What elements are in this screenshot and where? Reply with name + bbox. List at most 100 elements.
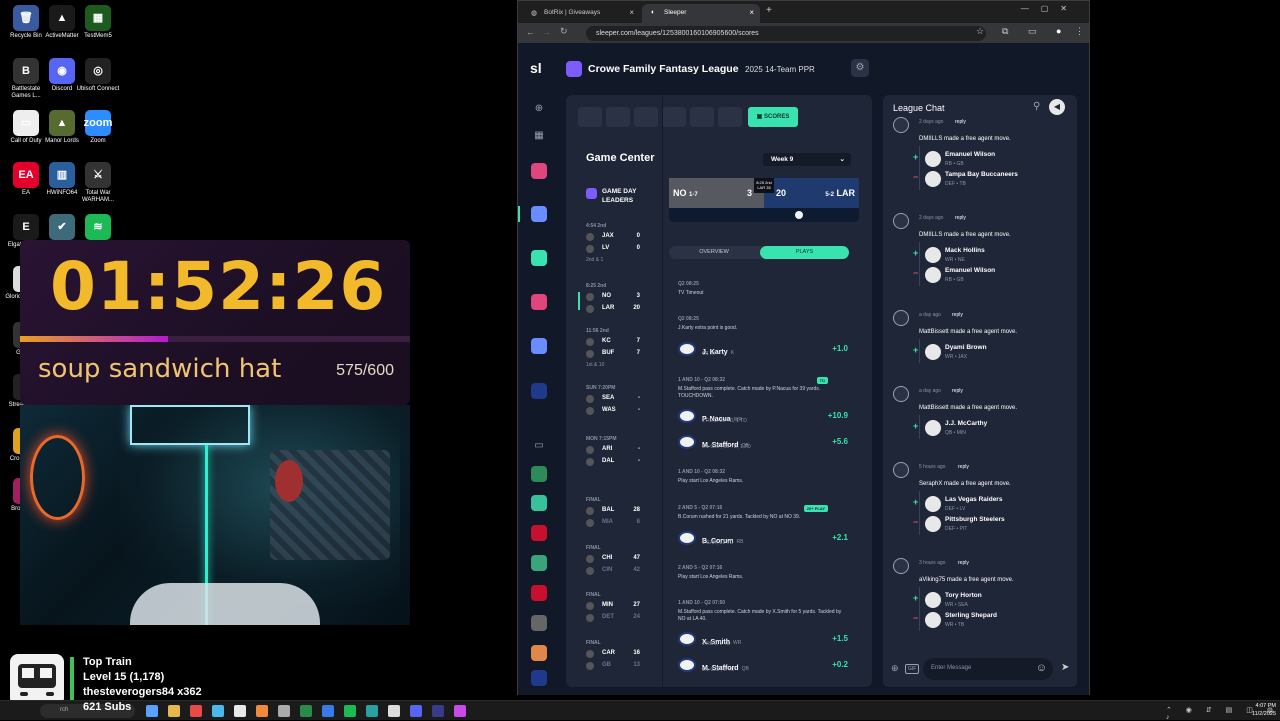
game-card[interactable]: FINAL CHI 47 CIN 42 (586, 545, 650, 590)
forward-icon[interactable]: → (542, 27, 551, 37)
matchup-icon[interactable] (578, 107, 602, 127)
tab-botrix[interactable]: ◍ BotRix | Giveaways × (522, 4, 640, 23)
desktop-icon[interactable]: ▦ TestMem5 (76, 5, 120, 40)
move-row[interactable]: + J.J. McCarthy QB • MIN (913, 419, 1063, 437)
taskbar-app-icon[interactable] (234, 705, 246, 717)
reply-link[interactable]: reply (955, 119, 966, 125)
desktop-icon[interactable]: ⚔ Total War WARHAM... (76, 162, 120, 204)
game-card[interactable]: FINAL MIN 27 DET 24 (586, 592, 650, 637)
clock[interactable]: 4:07 PM 11/2/2025 (1242, 702, 1276, 718)
taskbar-app-icon[interactable] (212, 705, 224, 717)
desktop-icon[interactable]: ◎ Ubisoft Connect (76, 58, 120, 93)
league-icon-3[interactable] (531, 250, 547, 266)
league-icon-13[interactable] (531, 670, 547, 686)
message-input[interactable]: Enter Message ☺ (923, 658, 1053, 680)
move-row[interactable]: − Tampa Bay Buccaneers DEF • TB (913, 170, 1063, 188)
trade-icon[interactable] (662, 107, 686, 127)
new-tab-button[interactable]: + (766, 5, 772, 16)
matchup-header[interactable]: NO 1-7 3 8:25 2nd LAR 35 20 5-2 LAR (669, 178, 859, 208)
close-icon[interactable]: × (629, 8, 634, 17)
taskbar-app-icon[interactable] (322, 705, 334, 717)
taskbar-app-icon[interactable] (366, 705, 378, 717)
gameday-leaders-label[interactable]: GAME DAY LEADERS (602, 187, 654, 205)
game-card[interactable]: FINAL BAL 28 MIA 6 (586, 497, 650, 542)
reply-link[interactable]: reply (955, 215, 966, 221)
add-league-icon[interactable]: ⊕ (531, 101, 547, 117)
league-icon-7[interactable] (531, 495, 547, 511)
move-row[interactable]: − Emanuel Wilson RB • GB (913, 266, 1063, 284)
game-card[interactable]: 4:54 2nd JAX 0 LV 0 2nd & 1 (586, 223, 650, 268)
player-row[interactable]: M. Stafford QB 1/1 CMP, 39 YD, 1 TD +5.6 (678, 431, 848, 455)
reply-link[interactable]: reply (958, 560, 969, 566)
league-icon-5[interactable] (531, 338, 547, 354)
transactions-icon[interactable] (690, 107, 714, 127)
cast-icon[interactable]: ▭ (1028, 26, 1037, 37)
tab-scores[interactable]: ▣ SCORES (748, 107, 798, 127)
tv-icon[interactable]: ▭ (531, 438, 547, 454)
emoji-icon[interactable]: ☺ (1036, 662, 1047, 674)
player-row[interactable]: X. Smith WR 1 REC, 5 YD +1.5 (678, 628, 848, 652)
player-row[interactable]: M. Stafford QB 1/1 CMP, 5 YD +0.2 (678, 654, 848, 678)
reply-link[interactable]: reply (952, 388, 963, 394)
taskbar-app-icon[interactable] (344, 705, 356, 717)
league-icon-10[interactable] (531, 585, 547, 601)
gear-icon[interactable]: ⚙ (851, 59, 869, 77)
move-row[interactable]: + Dyami Brown WR • JAX (913, 343, 1063, 361)
standings-icon[interactable] (718, 107, 742, 127)
gif-button[interactable]: GIF (905, 664, 920, 674)
pin-icon[interactable]: ⚲ (1033, 101, 1040, 112)
taskbar-app-icon[interactable] (256, 705, 268, 717)
tab-sleeper[interactable]: ◐ Sleeper × (642, 4, 760, 23)
add-icon[interactable]: ⊕ (891, 663, 899, 674)
league-icon-6[interactable] (531, 466, 547, 482)
players-icon[interactable] (634, 107, 658, 127)
speaker-icon[interactable]: ◀ (1049, 99, 1065, 115)
reply-link[interactable]: reply (952, 312, 963, 318)
profile-icon[interactable]: ● (1056, 26, 1061, 36)
game-card[interactable]: 8:25 2nd NO 3 LAR 20 (586, 283, 650, 328)
reply-link[interactable]: reply (958, 464, 969, 470)
taskbar-app-icon[interactable] (146, 705, 158, 717)
grid-icon[interactable]: ▦ (531, 128, 547, 144)
league-icon-12[interactable] (531, 645, 547, 661)
player-row[interactable]: B. Corum RB 1 CAR, 21 YD +2.1 (678, 527, 848, 551)
taskbar-app-icon[interactable] (278, 705, 290, 717)
tab-plays[interactable]: PLAYS (760, 246, 849, 259)
game-card[interactable]: SUN 7:20PM SEA - WAS - (586, 385, 650, 430)
nfl-icon[interactable] (531, 383, 547, 399)
move-row[interactable]: + Las Vegas Raiders DEF • LV (913, 495, 1063, 513)
sleeper-logo[interactable]: sl (530, 60, 542, 76)
tab-overview[interactable]: OVERVIEW (669, 246, 759, 259)
menu-icon[interactable]: ⋮ (1075, 26, 1084, 37)
league-name[interactable]: Crowe Family Fantasy League (588, 63, 739, 75)
url-bar[interactable]: sleeper.com/leagues/1253800160106905600/… (586, 26, 986, 41)
week-select[interactable]: Week 9 ⌄ (763, 153, 851, 166)
player-row[interactable]: J. Karty K 1/1 XP +1.0 (678, 338, 848, 362)
taskbar-app-icon[interactable] (300, 705, 312, 717)
bookmark-star-icon[interactable]: ☆ (976, 26, 984, 37)
send-icon[interactable]: ➤ (1061, 662, 1069, 673)
reload-icon[interactable]: ↻ (560, 26, 568, 37)
close-icon[interactable]: × (749, 8, 754, 17)
move-row[interactable]: − Pittsburgh Steelers DEF • PIT (913, 515, 1063, 533)
move-row[interactable]: + Mack Hollins WR • NE (913, 246, 1063, 264)
taskbar-app-icon[interactable] (388, 705, 400, 717)
league-icon-11[interactable] (531, 615, 547, 631)
league-icon-4[interactable] (531, 294, 547, 310)
game-card[interactable]: MON 7:15PM ARI - DAL - (586, 436, 650, 481)
extensions-icon[interactable]: ⧉ (1002, 26, 1008, 37)
league-icon-9[interactable] (531, 555, 547, 571)
taskbar-app-icon[interactable] (190, 705, 202, 717)
desktop-icon[interactable]: zoom Zoom (76, 110, 120, 145)
move-row[interactable]: + Tory Horton WR • SEA (913, 591, 1063, 609)
game-card[interactable]: 11:56 2nd KC 7 BUF 7 1st & 10 (586, 328, 650, 373)
league-icon-1[interactable] (531, 163, 547, 179)
taskbar-app-icon[interactable] (454, 705, 466, 717)
player-row[interactable]: P. Nacua WR 1 REC, 39 YD, 1 TD +10.9 (678, 405, 848, 429)
league-icon-2[interactable] (531, 206, 547, 222)
game-card[interactable]: FINAL CAR 16 GB 13 (586, 640, 650, 685)
team-icon[interactable] (606, 107, 630, 127)
move-row[interactable]: − Sterling Shepard WR • TB (913, 611, 1063, 629)
taskbar-app-icon[interactable] (432, 705, 444, 717)
move-row[interactable]: + Emanuel Wilson RB • GB (913, 150, 1063, 168)
